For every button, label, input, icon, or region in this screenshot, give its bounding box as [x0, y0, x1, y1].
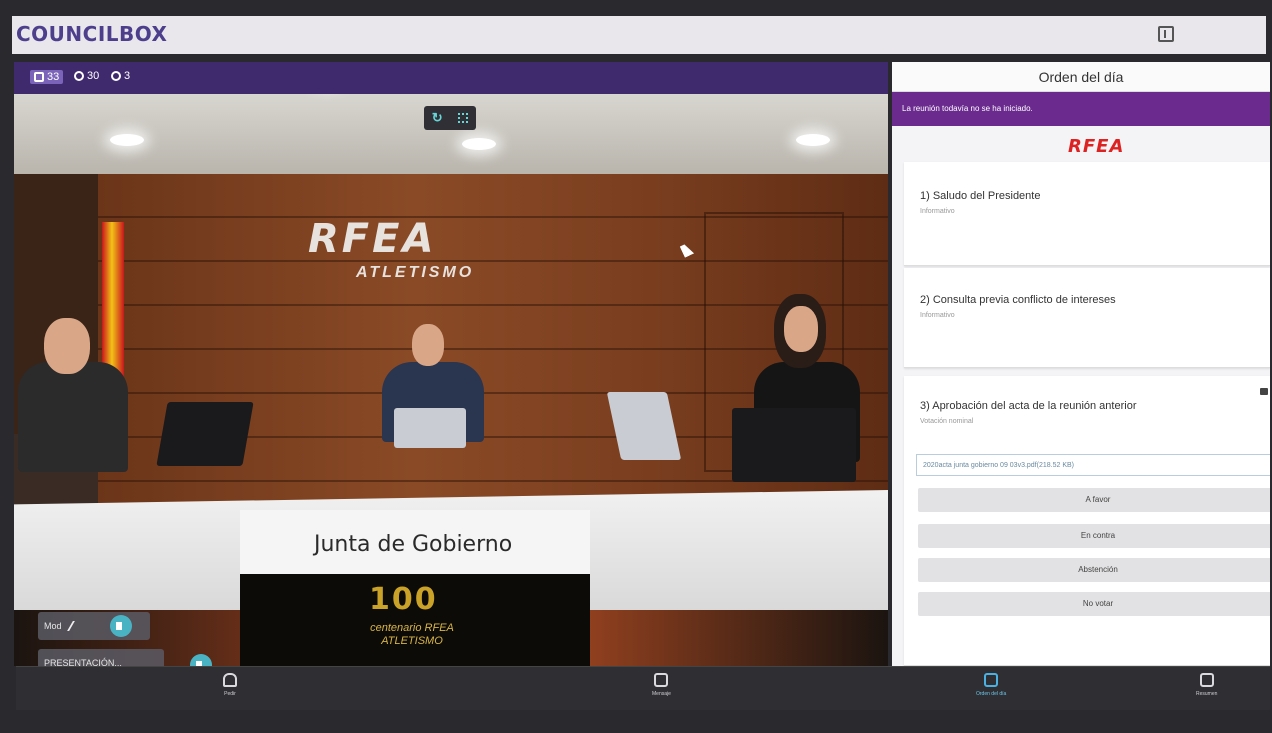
agenda-item[interactable]: 3) Aprobación del acta de la reunión ant…: [904, 376, 1270, 666]
video-topbar: 33 30 3: [14, 62, 888, 94]
clock-icon: [111, 71, 121, 81]
screen: COUNCILBOX RFEA ATLETISMO Junta de Gobie…: [0, 0, 1272, 733]
agenda-item-type: Informativo: [920, 312, 955, 319]
app-header: COUNCILBOX: [12, 16, 1266, 54]
rfea-logo: RFEA: [1068, 136, 1125, 157]
summary-button[interactable]: Resumen: [1196, 673, 1217, 697]
online-count[interactable]: 30: [74, 70, 99, 82]
lock-icon: [1260, 388, 1268, 395]
fullscreen-icon[interactable]: [458, 113, 469, 123]
app-logo: COUNCILBOX: [16, 22, 168, 46]
users-count[interactable]: 33: [30, 70, 64, 84]
online-icon: [74, 71, 84, 81]
banner-centenary: 100: [369, 582, 438, 617]
desk-text: Junta de Gobierno: [314, 532, 513, 557]
wall-sign: RFEA: [308, 216, 437, 262]
agenda-item-title: 3) Aprobación del acta de la reunión ant…: [920, 400, 1137, 412]
ceiling-lamp: [110, 134, 144, 146]
agenda-item-type: Informativo: [920, 208, 955, 215]
vote-against-button[interactable]: En contra: [918, 524, 1270, 548]
wall-sign-sub: ATLETISMO: [356, 264, 475, 281]
agenda-item-type: Votación nominal: [920, 418, 974, 425]
agenda-item[interactable]: 1) Saludo del Presidente Informativo: [904, 162, 1270, 266]
ceiling-lamp: [796, 134, 830, 146]
participant-mod[interactable]: Mod: [38, 612, 150, 640]
participant-name: PRESENTACIÓN...: [44, 658, 122, 666]
camera-off-icon: [66, 621, 83, 631]
participant-presentation[interactable]: PRESENTACIÓN...: [38, 649, 164, 666]
meeting-status: La reunión todavía no se ha iniciado.: [892, 92, 1270, 126]
agenda-item[interactable]: 2) Consulta previa conflicto de interese…: [904, 268, 1270, 368]
raise-hand-button[interactable]: Pedir: [223, 673, 237, 697]
agenda-item-title: 1) Saludo del Presidente: [920, 190, 1041, 202]
document-link[interactable]: 2020acta junta gobierno 09 03v3.pdf(218.…: [916, 454, 1270, 476]
agenda-panel: Orden del día La reunión todavía no se h…: [892, 62, 1270, 666]
vote-favor-button[interactable]: A favor: [918, 488, 1270, 512]
agenda-item-title: 2) Consulta previa conflicto de interese…: [920, 294, 1116, 306]
laptop: [156, 402, 254, 466]
calendar-icon: [984, 673, 999, 687]
users-icon: [34, 72, 44, 82]
messages-button[interactable]: Mensaje: [652, 673, 671, 697]
video-panel: RFEA ATLETISMO Junta de Gobierno 100 cen…: [14, 62, 888, 666]
laptop: [394, 408, 466, 448]
agenda-title: Orden del día: [892, 62, 1270, 92]
video-controls: ↻: [424, 106, 476, 130]
pending-count[interactable]: 3: [111, 70, 130, 82]
hand-icon: [223, 673, 237, 687]
no-vote-button[interactable]: No votar: [918, 592, 1270, 616]
vote-abstain-button[interactable]: Abstención: [918, 558, 1270, 582]
participant-name: Mod: [44, 621, 62, 631]
bottom-toolbar: Pedir Mensaje Orden del día Resumen: [16, 666, 1270, 710]
banner-subtitle: centenario RFEA ATLETISMO: [370, 622, 454, 647]
document-icon: [1199, 673, 1214, 687]
speaker-icon[interactable]: [110, 615, 132, 637]
ceiling-lamp: [462, 138, 496, 150]
chat-icon: [654, 673, 669, 687]
sidebar-toggle-icon[interactable]: [1158, 26, 1174, 42]
laptop: [732, 408, 856, 482]
agenda-tab-button[interactable]: Orden del día: [976, 673, 1006, 697]
refresh-icon[interactable]: ↻: [432, 110, 443, 126]
